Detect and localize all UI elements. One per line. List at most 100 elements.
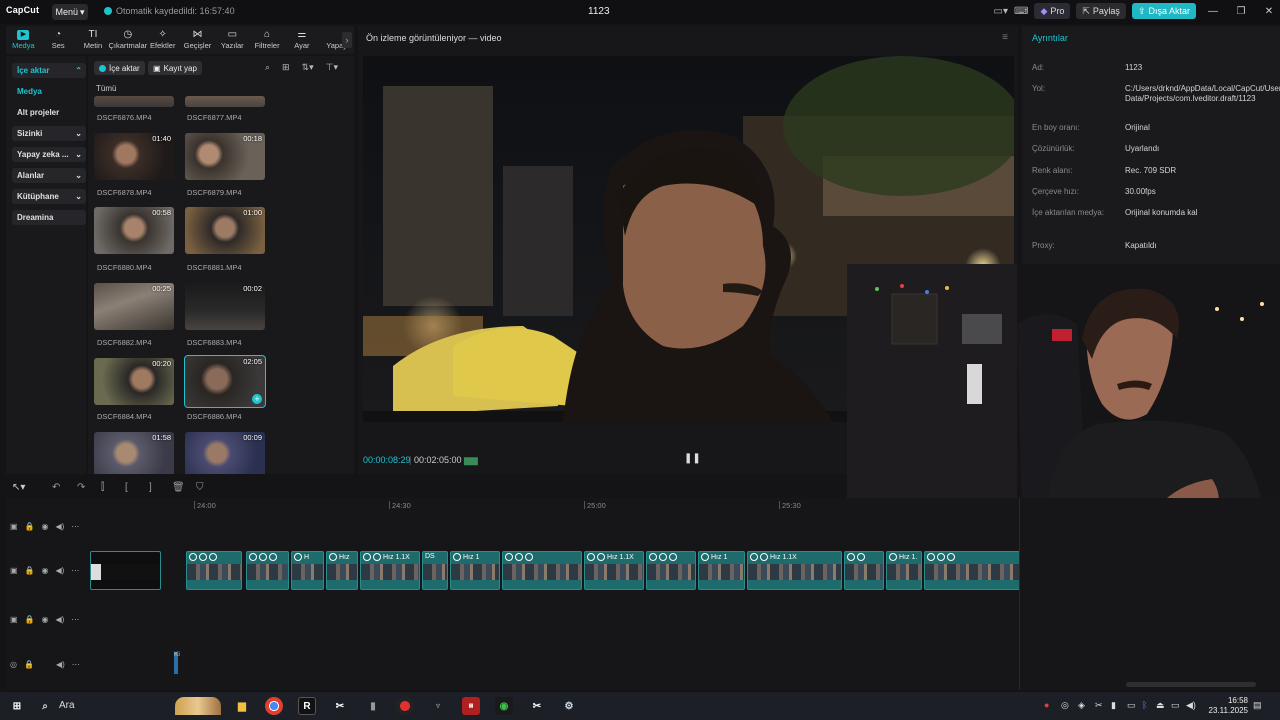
chevron-right-icon[interactable]: › [342,32,352,48]
tray-steam-icon[interactable]: ◎ [1061,700,1069,711]
obs-icon[interactable] [396,697,414,715]
media-thumbnail[interactable] [94,96,174,107]
split-icon[interactable]: ⫿ [101,482,104,493]
timeline-clip[interactable]: Hız [326,551,358,590]
sidebar-item-yours[interactable]: Sizinki ⌄ [12,126,86,141]
video-editor-icon[interactable]: ▤ [462,697,480,715]
volume-icon[interactable]: ◀) [1186,700,1196,711]
tab-media[interactable]: ▶ Medya [6,26,41,54]
delete-icon[interactable]: 🗑 [172,482,185,493]
timeline-clip[interactable]: DS [422,551,448,590]
sidebar-item-ai[interactable]: Yapay zeka ... ⌄ [12,147,86,162]
lock-icon[interactable]: 🔒 [25,615,35,624]
sidebar-item-spaces[interactable]: Alanlar ⌄ [12,168,86,183]
usb-icon[interactable]: ♆ [429,697,447,715]
record-button[interactable]: ▣ Kayıt yap [148,61,202,75]
timeline-clip[interactable] [646,551,696,590]
media-thumbnail[interactable]: 00:58 [94,207,174,254]
tab-audio[interactable]: ◔ Ses [41,26,76,54]
eye-icon[interactable]: ◉ [42,566,49,575]
sidebar-item-dreamina[interactable]: Dreamina [12,210,86,225]
timeline-clip[interactable]: Hız 1 [450,551,500,590]
taskbar-search-label[interactable]: Ara [59,700,75,711]
chrome-icon[interactable] [265,697,283,715]
export-button[interactable]: ⇪ Dışa Aktar [1131,3,1196,19]
filter-icon[interactable]: ⊤▾ [326,62,338,73]
timeline-clip[interactable]: Hız 1. [886,551,922,590]
add-to-timeline-icon[interactable]: + [252,394,262,404]
sidebar-item-media[interactable]: Medya [12,84,86,99]
steam-icon[interactable]: ⚙ [560,697,578,715]
sidebar-item-library[interactable]: Kütüphane ⌄ [12,189,86,204]
capcut-icon[interactable]: ✂ [331,697,349,715]
tray-mic-icon[interactable]: ▮ [1111,700,1116,711]
lock-icon[interactable]: 🔒 [25,522,35,531]
tab-effects[interactable]: ✧ Efektler [145,26,180,54]
timeline-clip[interactable]: Hız 1.1X [747,551,842,590]
timeline-clip[interactable] [90,551,161,590]
r-app-icon[interactable]: R [298,697,316,715]
timeline-clip[interactable] [502,551,582,590]
bluetooth-icon[interactable]: ᛒ [1142,700,1147,710]
main-video-track[interactable]: H Hız Hız 1.1X DS Hız 1 Hız 1.1X Hız 1 H… [90,551,1020,591]
maximize-icon[interactable]: ❐ [1230,6,1252,17]
select-tool-icon[interactable]: ↖▾ [12,482,25,493]
timeline[interactable]: 24:00 24:30 25:00 25:30 ▣ 🔒 ◉ ◀) ⋯ ▣ 🔒 ◉ ◀) ⋯ ▣ 🔒… [6,498,1280,690]
minimize-icon[interactable]: — [1202,6,1224,17]
tray-record-icon[interactable]: ● [1044,700,1049,710]
timeline-clip[interactable]: H [291,551,324,590]
tab-transitions[interactable]: ⋈ Geçişler [180,26,215,54]
sort-icon[interactable]: ⇅▾ [302,62,314,73]
timeline-clip[interactable] [924,551,1020,590]
file-explorer-icon[interactable]: ▆ [233,697,251,715]
media-thumbnail[interactable]: 01:00 [185,207,265,254]
windows-start-icon[interactable]: ⊞ [8,697,26,715]
timeline-clip[interactable] [246,551,289,590]
speaker-icon[interactable]: ◀) [56,566,65,575]
eye-icon[interactable]: ◉ [42,522,49,531]
speaker-icon[interactable]: ◀) [56,615,65,624]
speaker-icon[interactable]: ◀) [56,522,65,531]
tab-captions[interactable]: ▭ Yazılar [215,26,250,54]
tray-app-icon[interactable]: ◈ [1078,700,1085,711]
tab-text[interactable]: TI Metin [76,26,111,54]
more-icon[interactable]: ⋯ [71,566,79,575]
media-thumbnail[interactable]: 00:25 [94,283,174,330]
tray-card-icon[interactable]: ▭ [1127,700,1136,711]
taskbar-clock[interactable]: 16:58 23.11.2025 [1209,696,1248,716]
layout-icon[interactable]: ▭▾ [994,6,1008,17]
eye-icon[interactable]: ◉ [42,615,49,624]
timeline-scrollbar[interactable] [1126,682,1256,687]
network-icon[interactable]: ▭ [1171,700,1180,711]
timeline-clip[interactable]: Hız 1.1X [584,551,644,590]
timeline-clip[interactable] [186,551,242,590]
tab-adjust[interactable]: ⚌ Ayar [284,26,319,54]
search-icon[interactable]: ⌕ [265,62,270,73]
notification-icon[interactable]: ▤ [1253,700,1262,711]
tab-stickers[interactable]: ◷ Çıkartmalar [108,26,147,54]
media-thumbnail[interactable]: 00:02 [185,283,265,330]
close-icon[interactable]: ✕ [1258,6,1280,17]
redo-icon[interactable]: ↷ [77,482,85,493]
media-thumbnail[interactable]: 00:18 [185,133,265,180]
tab-filters[interactable]: ⌂ Filtreler [250,26,285,54]
menu-button[interactable]: Menü ▾ [52,4,88,20]
lock-icon[interactable]: 🔒 [24,660,34,669]
timeline-clip[interactable]: Hız 1 [698,551,745,590]
timeline-clip[interactable]: Hız 1.1X [360,551,420,590]
menu-icon[interactable]: ≡ [1002,32,1008,43]
pro-button[interactable]: ◆ Pro [1034,3,1071,19]
split-right-icon[interactable]: ] [149,482,152,493]
lock-icon[interactable]: 🔒 [25,566,35,575]
whatsapp-icon[interactable]: ◉ [495,697,513,715]
import-button[interactable]: İçe aktar [94,61,145,75]
timeline-clip[interactable] [844,551,884,590]
speaker-icon[interactable]: ◀) [56,660,65,669]
microphone-app-icon[interactable]: ▮ [364,697,382,715]
sidebar-item-import[interactable]: İçe aktar ⌃ [12,63,86,78]
media-thumbnail-selected[interactable]: 02:05 + [184,355,266,408]
media-thumbnail[interactable]: 01:58 [94,432,174,474]
shortcut-icon[interactable]: ⌨ [1014,6,1028,17]
media-thumbnail[interactable] [185,96,265,107]
media-thumbnail[interactable]: 01:40 [94,133,174,180]
